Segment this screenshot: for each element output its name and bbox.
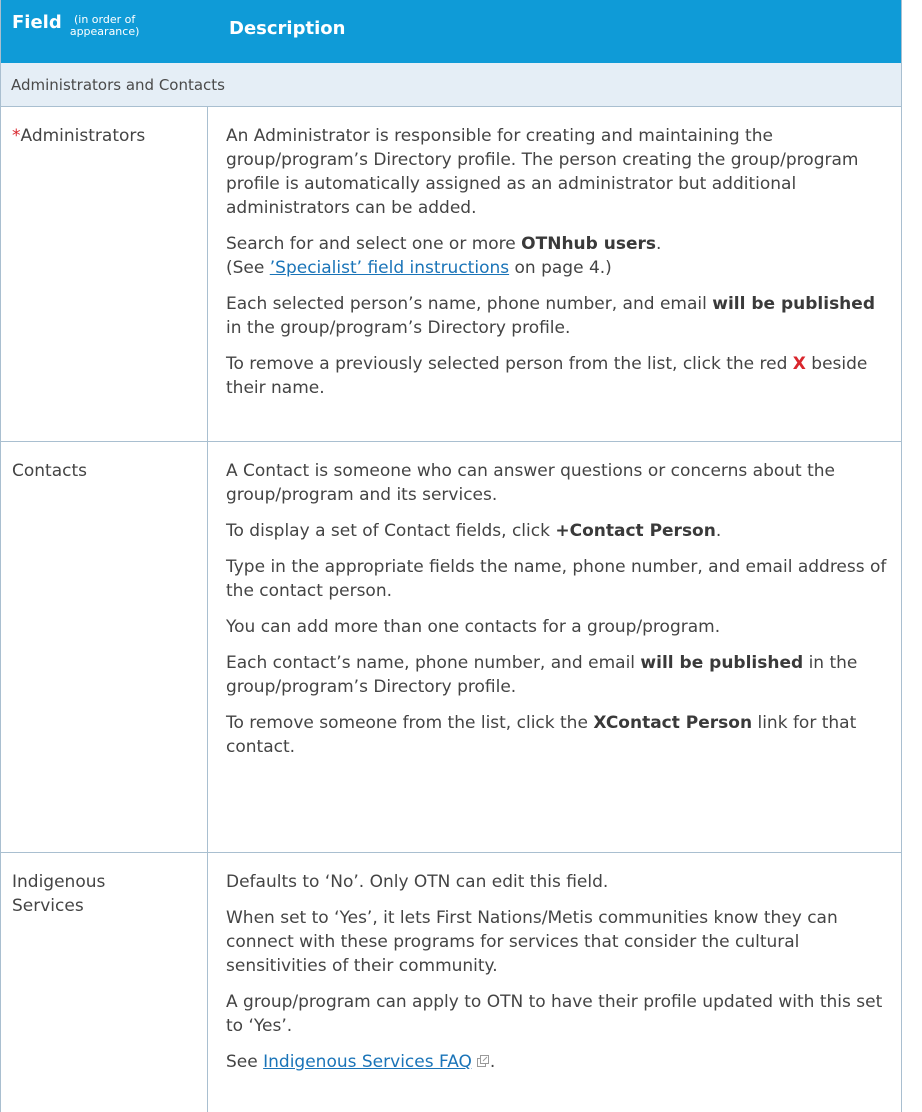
field-cell: *Administrators: [1, 107, 208, 441]
text: .: [715, 521, 722, 541]
text: .: [489, 1052, 496, 1072]
description-paragraph: See Indigenous Services FAQ .: [226, 1050, 893, 1074]
bold-text: will be published: [640, 653, 804, 673]
table-header: Field (in order of appearance) Descripti…: [1, 0, 901, 63]
field-cell: Contacts: [1, 442, 208, 852]
description-paragraph: An Administrator is responsible for crea…: [226, 126, 859, 218]
description-paragraph: To remove someone from the list, click t…: [226, 711, 893, 759]
header-field-sublabel-line2: appearance): [69, 25, 140, 38]
description-paragraph: To display a set of Contact fields, clic…: [226, 519, 893, 543]
description-paragraph: A group/program can apply to OTN to have…: [226, 992, 883, 1036]
table-row-contacts: Contacts A Contact is someone who can an…: [1, 442, 901, 853]
indigenous-services-faq-link[interactable]: Indigenous Services FAQ: [263, 1052, 472, 1072]
text: See: [226, 1052, 264, 1072]
description-paragraph: Each contact’s name, phone number, and e…: [226, 651, 893, 699]
text: in the group/program’s Directory profile…: [226, 318, 571, 338]
required-mark: *: [12, 126, 21, 146]
field-description-table: Field (in order of appearance) Descripti…: [0, 0, 902, 1112]
description-paragraph: Search for and select one or more OTNhub…: [226, 232, 893, 280]
description-cell: A Contact is someone who can answer ques…: [208, 442, 901, 852]
description-paragraph: Each selected person’s name, phone numbe…: [226, 292, 893, 340]
text: Search for and select one or more: [226, 234, 522, 254]
field-name: Administrators: [20, 126, 146, 146]
bold-text: XContact Person: [593, 713, 753, 733]
description-paragraph: You can add more than one contacts for a…: [226, 617, 721, 637]
specialist-instructions-link[interactable]: ’Specialist’ field instructions: [270, 258, 509, 278]
bold-text: OTNhub users: [521, 234, 656, 254]
text: (See: [226, 258, 270, 278]
header-field-label: Field: [12, 12, 62, 33]
bold-text: will be published: [712, 294, 875, 314]
description-paragraph: When set to ‘Yes’, it lets First Nations…: [226, 908, 838, 976]
text: Each selected person’s name, phone numbe…: [226, 294, 713, 314]
header-field-sublabel: (in order of appearance): [70, 14, 140, 38]
description-cell: An Administrator is responsible for crea…: [208, 107, 901, 441]
description-paragraph: Type in the appropriate fields the name,…: [226, 557, 887, 601]
field-name: Contacts: [12, 461, 87, 481]
red-x-mark: X: [792, 354, 806, 374]
text: Each contact’s name, phone number, and e…: [226, 653, 641, 673]
external-link-icon[interactable]: [476, 1051, 490, 1067]
bold-text: +Contact Person: [555, 521, 716, 541]
header-description-label: Description: [229, 18, 346, 39]
text: To remove someone from the list, click t…: [226, 713, 594, 733]
text: on page 4.): [509, 258, 612, 278]
field-name: Indigenous Services: [12, 872, 106, 916]
section-heading: Administrators and Contacts: [1, 63, 901, 107]
text: .: [656, 234, 662, 254]
description-paragraph: To remove a previously selected person f…: [226, 352, 893, 400]
description-paragraph: Defaults to ‘No’. Only OTN can edit this…: [226, 872, 609, 892]
table-row-indigenous-services: Indigenous Services Defaults to ‘No’. On…: [1, 853, 901, 1112]
text: To remove a previously selected person f…: [226, 354, 793, 374]
text: To display a set of Contact fields, clic…: [226, 521, 556, 541]
description-cell: Defaults to ‘No’. Only OTN can edit this…: [208, 853, 901, 1112]
description-paragraph: A Contact is someone who can answer ques…: [226, 461, 836, 505]
header-field-column: Field (in order of appearance): [12, 12, 212, 38]
field-cell: Indigenous Services: [1, 853, 208, 1112]
table-row-administrators: *Administrators An Administrator is resp…: [1, 107, 901, 442]
